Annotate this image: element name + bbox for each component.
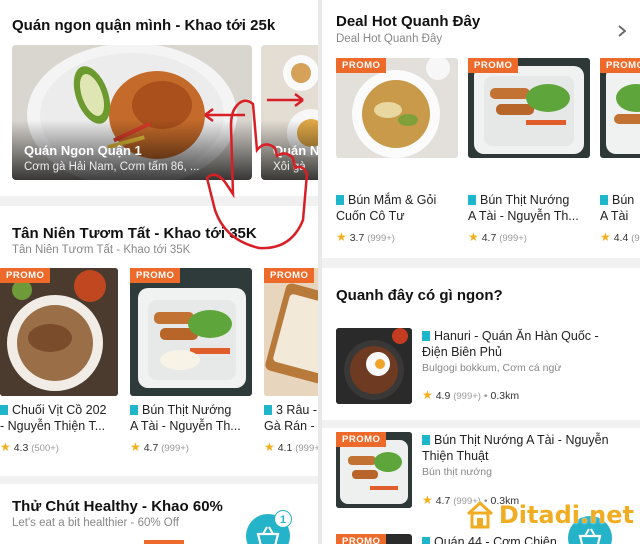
swipe-hand-gesture-icon <box>204 93 309 250</box>
promo-badge: PROMO <box>336 58 387 73</box>
promo-badge: PROMO <box>468 58 519 73</box>
section-subtitle: Tân Niên Tươm Tất - Khao tới 35K <box>12 244 191 256</box>
restaurant-dishes: Bulgogi bokkum, Cơm cá ngừ <box>422 362 562 374</box>
promo-badge: PROMO <box>336 432 387 447</box>
restaurant-card-bun-mam[interactable]: PROMO Bún Mắm & Gỏi Cuốn Cô Tư ★ 3.7 (999… <box>336 58 458 250</box>
star-icon: ★ <box>600 230 611 244</box>
star-icon: ★ <box>336 230 347 244</box>
collection-title: Quán Ngon Quận 1 <box>24 143 142 158</box>
rating: ★ 4.3 (500+) <box>0 440 59 454</box>
rating: ★ 3.7 (999+) <box>336 230 395 244</box>
rating: ★ 4.7 (999+) <box>130 440 189 454</box>
left-screen: Quán ngon quận mình - Khao tới 25k Quán … <box>0 0 318 544</box>
food-photo <box>0 268 118 396</box>
food-photo <box>130 268 252 396</box>
restaurant-flag-icon <box>336 195 344 205</box>
restaurant-flag-icon <box>130 405 138 415</box>
chevron-right-icon[interactable] <box>616 24 628 38</box>
cart-count-badge: 1 <box>274 510 292 528</box>
distance: 0.3km <box>490 390 520 402</box>
promo-badge: PROMO <box>336 534 387 544</box>
restaurant-name: Bún Thịt Nướng A Tài - Nguyễn Th... <box>468 193 579 223</box>
restaurant-name: Bún A Tài <box>600 193 635 223</box>
star-icon: ★ <box>422 388 433 402</box>
cart-button[interactable]: 1 <box>246 510 292 544</box>
restaurant-flag-icon <box>422 537 430 544</box>
restaurant-card-bun-thit-nuong[interactable]: PROMO Bún Thịt Nướng A Tài - Nguyễn Th...… <box>468 58 590 250</box>
restaurant-name: Hanuri - Quán Ăn Hàn Quốc - Điện Biên Phủ <box>422 329 599 359</box>
watermark: Ditadi.net <box>465 500 634 530</box>
restaurant-name: Bún Thịt Nướng A Tài - Nguyễn Thiện Thuật <box>422 433 609 463</box>
restaurant-flag-icon <box>422 331 430 341</box>
restaurant-name: 3 Râu - Gà Rán - <box>264 403 317 433</box>
watermark-text: Ditadi.net <box>498 501 634 529</box>
section-subtitle: Deal Hot Quanh Đây <box>336 33 443 45</box>
rating: ★ 4.7 (999+) <box>468 230 527 244</box>
restaurant-name: Bún Mắm & Gỏi Cuốn Cô Tư <box>336 193 437 223</box>
star-icon: ★ <box>0 440 11 454</box>
star-icon: ★ <box>468 230 479 244</box>
section-deal-hot: Deal Hot Quanh Đây Deal Hot Quanh Đây PR… <box>322 0 640 258</box>
list-item-hanuri[interactable]: Hanuri - Quán Ăn Hàn Quốc - Điện Biên Phủ… <box>322 318 640 414</box>
food-photo <box>600 58 640 158</box>
promo-badge: PROMO <box>264 268 315 283</box>
restaurant-flag-icon <box>600 195 608 205</box>
promo-badge: PROMO <box>600 58 640 73</box>
collection-subtitle: Cơm gà Hải Nam, Cơm tấm 86, ... <box>24 161 200 173</box>
promo-badge: PROMO <box>130 268 181 283</box>
restaurant-flag-icon <box>468 195 476 205</box>
star-icon: ★ <box>422 493 433 507</box>
restaurant-card-3[interactable]: PROMO BúnA Tài ★ 4.4 (9 <box>600 58 640 250</box>
restaurant-flag-icon <box>0 405 8 415</box>
food-photo <box>336 58 458 158</box>
section-title: Quanh đây có gì ngon? <box>336 287 503 304</box>
restaurant-flag-icon <box>264 405 272 415</box>
food-photo <box>468 58 590 158</box>
section-title: Thử Chút Healthy - Khao 60% <box>12 498 223 515</box>
food-photo <box>336 328 412 404</box>
rating: ★ 4.9 (999+) • 0.3km <box>422 388 520 402</box>
right-screen: Deal Hot Quanh Đây Deal Hot Quanh Đây PR… <box>322 0 640 544</box>
section-title: Deal Hot Quanh Đây <box>336 13 481 30</box>
restaurant-name: Bún Thịt Nướng A Tài - Nguyễn Th... <box>130 403 241 433</box>
restaurant-flag-icon <box>422 435 430 445</box>
restaurant-dishes: Bún thịt nướng <box>422 466 492 478</box>
food-photo <box>264 268 318 396</box>
rating: ★ 4.4 (9 <box>600 230 640 244</box>
star-icon: ★ <box>264 440 275 454</box>
restaurant-name: Chuối Vịt Cồ 202- Nguyễn Thiện T... <box>0 403 107 433</box>
house-logo-icon <box>466 500 493 529</box>
section-subtitle: Let's eat a bit healthier - 60% Off <box>12 517 179 529</box>
rating: ★ 4.1 (999+) <box>264 440 318 454</box>
star-icon: ★ <box>130 440 141 454</box>
restaurant-card-chuoi-vit[interactable]: PROMO Chuối Vịt Cồ 202- Nguyễn Thiện T..… <box>0 268 118 468</box>
restaurant-card-bun-thit-nuong[interactable]: PROMO Bún Thịt Nướng A Tài - Nguyễn Th...… <box>130 268 252 468</box>
restaurant-card-3-rau[interactable]: PROMO 3 Râu -Gà Rán - ★ 4.1 (999+) <box>264 268 318 468</box>
promo-badge: PROMO <box>0 268 51 283</box>
section-title: Quán ngon quận mình - Khao tới 25k <box>12 17 276 34</box>
